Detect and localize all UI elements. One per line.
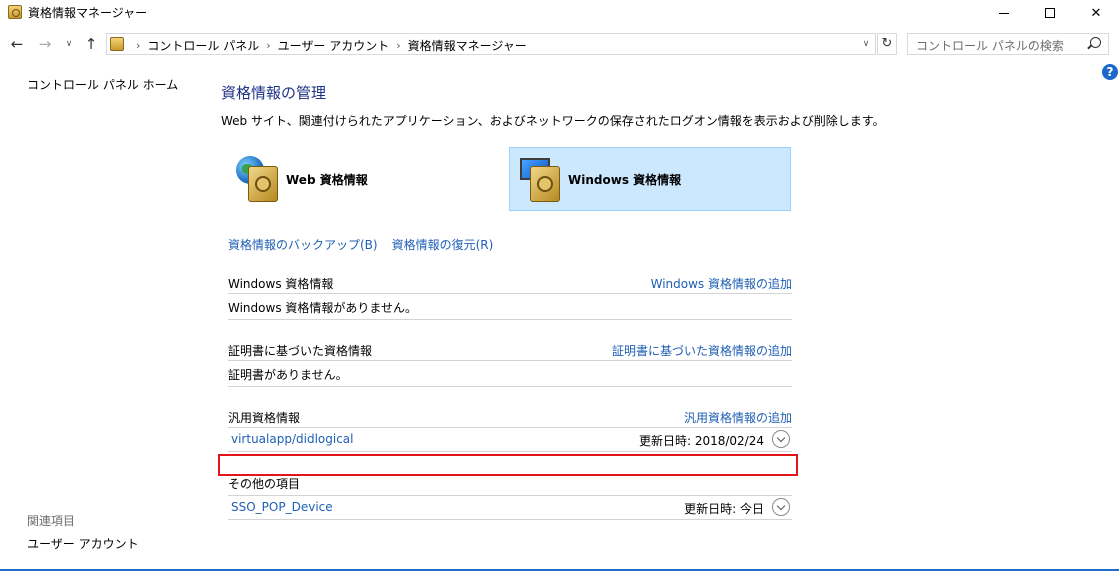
restore-credentials-link[interactable]: 資格情報の復元(R)	[392, 236, 494, 253]
breadcrumb-item-credential-manager[interactable]: 資格情報マネージャー	[408, 37, 527, 54]
windows-credentials-tile[interactable]: Windows 資格情報	[509, 147, 791, 211]
web-credentials-label: Web 資格情報	[286, 172, 368, 187]
breadcrumb-item-user-accounts[interactable]: ユーザー アカウント	[278, 37, 390, 54]
chevron-down-icon: ∨	[862, 39, 870, 49]
empty-message: 証明書がありません。	[228, 368, 348, 382]
related-section-title: 関連項目	[27, 514, 76, 528]
add-generic-credential-link[interactable]: 汎用資格情報の追加	[684, 409, 792, 426]
credential-name[interactable]: SSO_POP_Device	[231, 500, 333, 514]
breadcrumb-separator-icon[interactable]: ›	[396, 39, 400, 52]
section-header: 汎用資格情報 汎用資格情報の追加	[228, 406, 792, 428]
minimize-button[interactable]	[981, 0, 1027, 26]
close-icon: ✕	[1090, 5, 1102, 21]
windows-credentials-icon	[514, 152, 564, 206]
refresh-button[interactable]: ↻	[877, 33, 897, 55]
backup-restore-links: 資格情報のバックアップ(B) 資格情報の復元(R)	[228, 236, 493, 253]
expand-chevron-icon[interactable]	[772, 430, 790, 448]
breadcrumb: › コントロール パネル › ユーザー アカウント › 資格情報マネージャー	[129, 37, 527, 54]
section-header: 証明書に基づいた資格情報 証明書に基づいた資格情報の追加	[228, 339, 792, 361]
annotation-highlight-box	[218, 454, 798, 476]
forward-button[interactable]: →	[36, 34, 54, 54]
up-arrow-icon: ↑	[84, 35, 98, 53]
breadcrumb-separator-icon: ›	[136, 39, 141, 52]
section-title: 汎用資格情報	[228, 411, 301, 425]
section-title: 証明書に基づいた資格情報	[228, 344, 373, 358]
address-bar[interactable]: › コントロール パネル › ユーザー アカウント › 資格情報マネージャー ∨	[106, 33, 876, 55]
user-accounts-link[interactable]: ユーザー アカウント	[27, 535, 139, 552]
navigation-bar: ← → ∨ ↑ › コントロール パネル › ユーザー アカウント › 資格情報…	[0, 30, 1119, 58]
credential-row[interactable]: SSO_POP_Device 更新日時: 今日	[228, 496, 792, 520]
back-button[interactable]: ←	[8, 34, 26, 54]
maximize-button[interactable]	[1027, 0, 1073, 26]
search-placeholder: コントロール パネルの検索	[916, 39, 1064, 53]
refresh-icon: ↻	[881, 36, 893, 51]
other-items-title: その他の項目	[228, 477, 301, 491]
close-button[interactable]: ✕	[1073, 0, 1119, 26]
web-credentials-icon	[232, 152, 282, 206]
address-dropdown-button[interactable]: ∨	[859, 36, 873, 52]
up-button[interactable]: ↑	[82, 34, 100, 54]
back-arrow-icon: ←	[10, 35, 24, 53]
minimize-icon	[999, 12, 1009, 14]
control-panel-home-link[interactable]: コントロール パネル ホーム	[27, 76, 178, 93]
control-panel-icon	[110, 37, 124, 51]
maximize-icon	[1045, 8, 1055, 18]
forward-arrow-icon: →	[38, 35, 52, 53]
windows-credentials-label: Windows 資格情報	[568, 172, 682, 187]
add-certificate-credential-link[interactable]: 証明書に基づいた資格情報の追加	[612, 342, 792, 359]
credential-manager-icon	[8, 5, 22, 19]
page-description: Web サイト、関連付けられたアプリケーション、およびネットワークの保存されたロ…	[221, 114, 885, 128]
page-title: 資格情報の管理	[221, 84, 327, 102]
credential-modified-date: 更新日時: 今日	[684, 502, 764, 516]
empty-row: Windows 資格情報がありません。	[228, 294, 792, 320]
breadcrumb-separator-icon[interactable]: ›	[266, 39, 270, 52]
credential-name[interactable]: virtualapp/didlogical	[231, 432, 353, 446]
expand-chevron-icon[interactable]	[772, 498, 790, 516]
empty-message: Windows 資格情報がありません。	[228, 301, 418, 315]
recent-locations-button[interactable]: ∨	[60, 34, 78, 54]
title-bar: 資格情報マネージャー ✕	[0, 0, 1119, 26]
web-credentials-tile[interactable]: Web 資格情報	[228, 147, 510, 211]
help-button[interactable]: ?	[1102, 64, 1118, 80]
credential-modified-date: 更新日時: 2018/02/24	[638, 434, 764, 448]
search-icon[interactable]	[1090, 37, 1101, 48]
chevron-down-icon: ∨	[65, 39, 73, 49]
backup-credentials-link[interactable]: 資格情報のバックアップ(B)	[228, 236, 378, 253]
section-title: Windows 資格情報	[228, 277, 334, 291]
search-input[interactable]: コントロール パネルの検索	[907, 33, 1109, 55]
window-title: 資格情報マネージャー	[28, 6, 148, 20]
credential-row[interactable]: virtualapp/didlogical 更新日時: 2018/02/24	[228, 428, 792, 452]
breadcrumb-item-control-panel[interactable]: コントロール パネル	[147, 37, 259, 54]
empty-row: 証明書がありません。	[228, 361, 792, 387]
section-header: Windows 資格情報 Windows 資格情報の追加	[228, 272, 792, 294]
add-windows-credential-link[interactable]: Windows 資格情報の追加	[651, 275, 792, 292]
